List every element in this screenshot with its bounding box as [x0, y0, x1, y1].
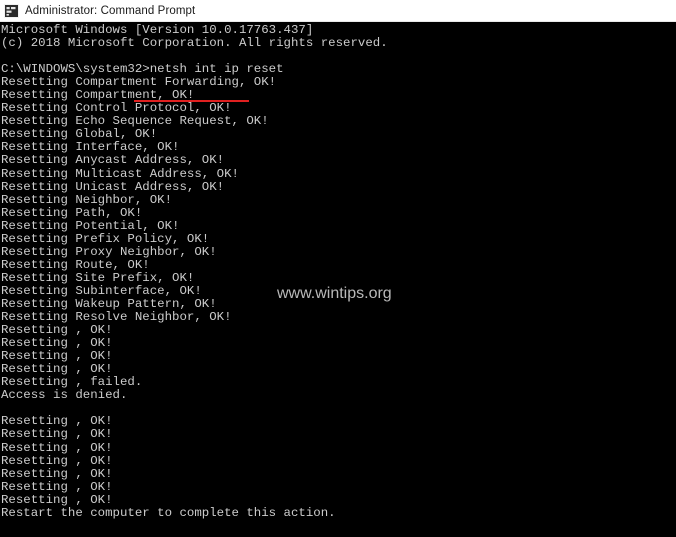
console-line: Resetting Anycast Address, OK!	[1, 153, 225, 168]
console-line: Resetting , OK!	[1, 453, 113, 468]
console-line: Resetting Unicast Address, OK!	[1, 179, 225, 194]
red-underline-annotation	[134, 100, 249, 102]
console-line: Resetting Neighbor, OK!	[1, 192, 173, 207]
console-line: Resetting , OK!	[1, 440, 113, 455]
console-line: Resetting Prefix Policy, OK!	[1, 231, 210, 246]
console-line: Restart the computer to complete this ac…	[1, 505, 336, 520]
console-line: Resetting , OK!	[1, 427, 113, 442]
console-line: Resetting , OK!	[1, 466, 113, 481]
console-line: Resetting Multicast Address, OK!	[1, 166, 239, 181]
command-prompt-window: Administrator: Command Prompt Microsoft …	[0, 0, 676, 537]
console-line: Resetting Potential, OK!	[1, 218, 180, 233]
console-line: (c) 2018 Microsoft Corporation. All righ…	[1, 36, 388, 51]
console-line: Resetting , OK!	[1, 492, 113, 507]
window-title-text: Administrator: Command Prompt	[25, 4, 196, 17]
window-titlebar[interactable]: Administrator: Command Prompt	[0, 0, 676, 22]
console-line: Access is denied.	[1, 388, 128, 403]
console-line: Resetting Site Prefix, OK!	[1, 270, 195, 285]
console-output-area[interactable]: Microsoft Windows [Version 10.0.17763.43…	[0, 22, 676, 537]
site-watermark: www.wintips.org	[277, 285, 392, 302]
console-line: Resetting Path, OK!	[1, 205, 143, 220]
console-line: Resetting Route, OK!	[1, 257, 150, 272]
console-window-icon	[4, 3, 19, 18]
console-line-list: Microsoft Windows [Version 10.0.17763.43…	[0, 23, 676, 520]
console-line: Resetting Proxy Neighbor, OK!	[1, 244, 217, 259]
console-line: Resetting , OK!	[1, 479, 113, 494]
